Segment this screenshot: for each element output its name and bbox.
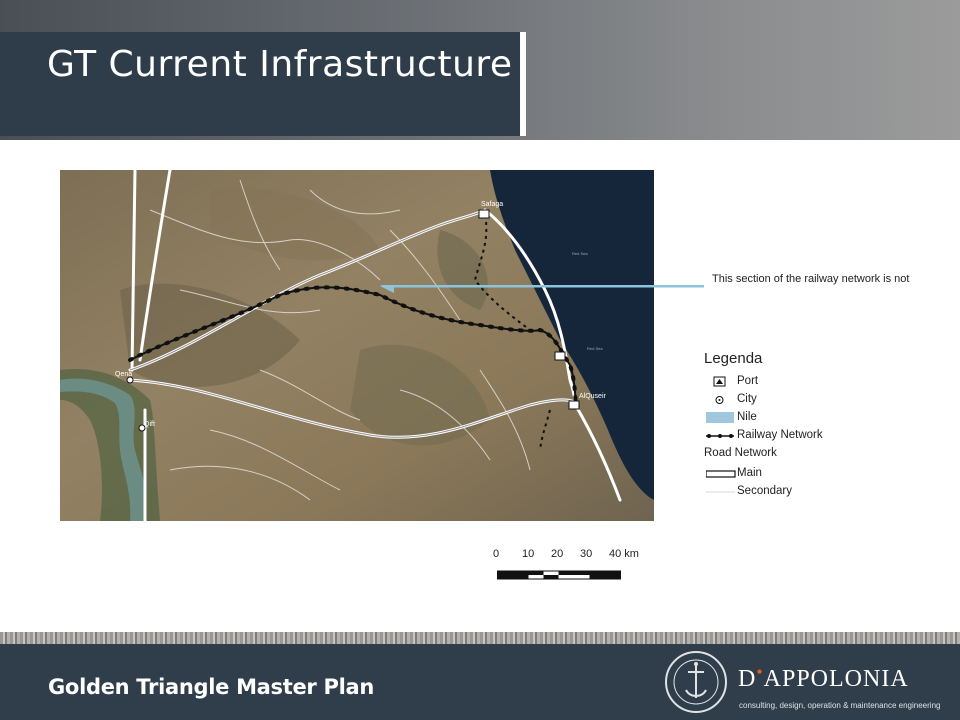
legend-item-port: Port xyxy=(704,373,904,391)
port-icon xyxy=(478,209,490,219)
sea-label: Red Sea xyxy=(587,346,603,351)
port-icon xyxy=(568,400,580,410)
legend-item-main-road: Main xyxy=(704,465,904,483)
place-label-qena: Qena xyxy=(115,371,132,378)
legend-title: Legenda xyxy=(704,350,763,367)
map-legend: Legenda Port City Nile Railway Network R… xyxy=(704,350,904,501)
scale-tick-label: 0 xyxy=(493,548,500,560)
legend-item-railway: Railway Network xyxy=(704,427,904,445)
map-image: Safaga Qena Qift AlQuseir Red Sea Red Se… xyxy=(60,170,654,521)
port-icon xyxy=(713,376,726,387)
callout-arrow xyxy=(380,285,704,293)
callout-text: This section of the railway network is n… xyxy=(712,273,910,285)
scale-bar-graphic xyxy=(497,570,621,580)
footer-stone-band xyxy=(0,632,960,644)
scale-tick-label: 30 xyxy=(580,548,593,560)
place-label-qift: Qift xyxy=(144,421,155,428)
scale-tick-label: 10 xyxy=(522,548,535,560)
railway-line xyxy=(706,434,734,438)
rina-seal-logo xyxy=(665,651,727,713)
sea-label: Red Sea xyxy=(572,251,588,256)
main-road-line xyxy=(706,470,736,478)
secondary-road-line xyxy=(706,491,735,493)
nile-swatch xyxy=(706,412,734,423)
legend-item-city: City xyxy=(704,391,904,409)
legend-road-heading: Road Network xyxy=(704,447,777,459)
legend-item-secondary-road: Secondary xyxy=(704,483,904,501)
scale-tick-label: 20 xyxy=(551,548,564,560)
scale-tick-label: 40 km xyxy=(609,548,639,560)
brand-name: D•APPOLONIA xyxy=(738,662,909,692)
place-label-alquseir: AlQuseir xyxy=(579,393,607,400)
city-icon xyxy=(715,396,724,404)
footer-title: Golden Triangle Master Plan xyxy=(48,675,375,699)
page-title: GT Current Infrastructure xyxy=(47,44,513,85)
brand-tagline: consulting, design, operation & maintena… xyxy=(739,701,941,710)
legend-item-nile: Nile xyxy=(704,409,904,427)
port-icon xyxy=(554,351,566,361)
place-label-safaga: Safaga xyxy=(481,201,503,208)
scale-bar: 0 10 20 30 40 km xyxy=(490,548,660,588)
